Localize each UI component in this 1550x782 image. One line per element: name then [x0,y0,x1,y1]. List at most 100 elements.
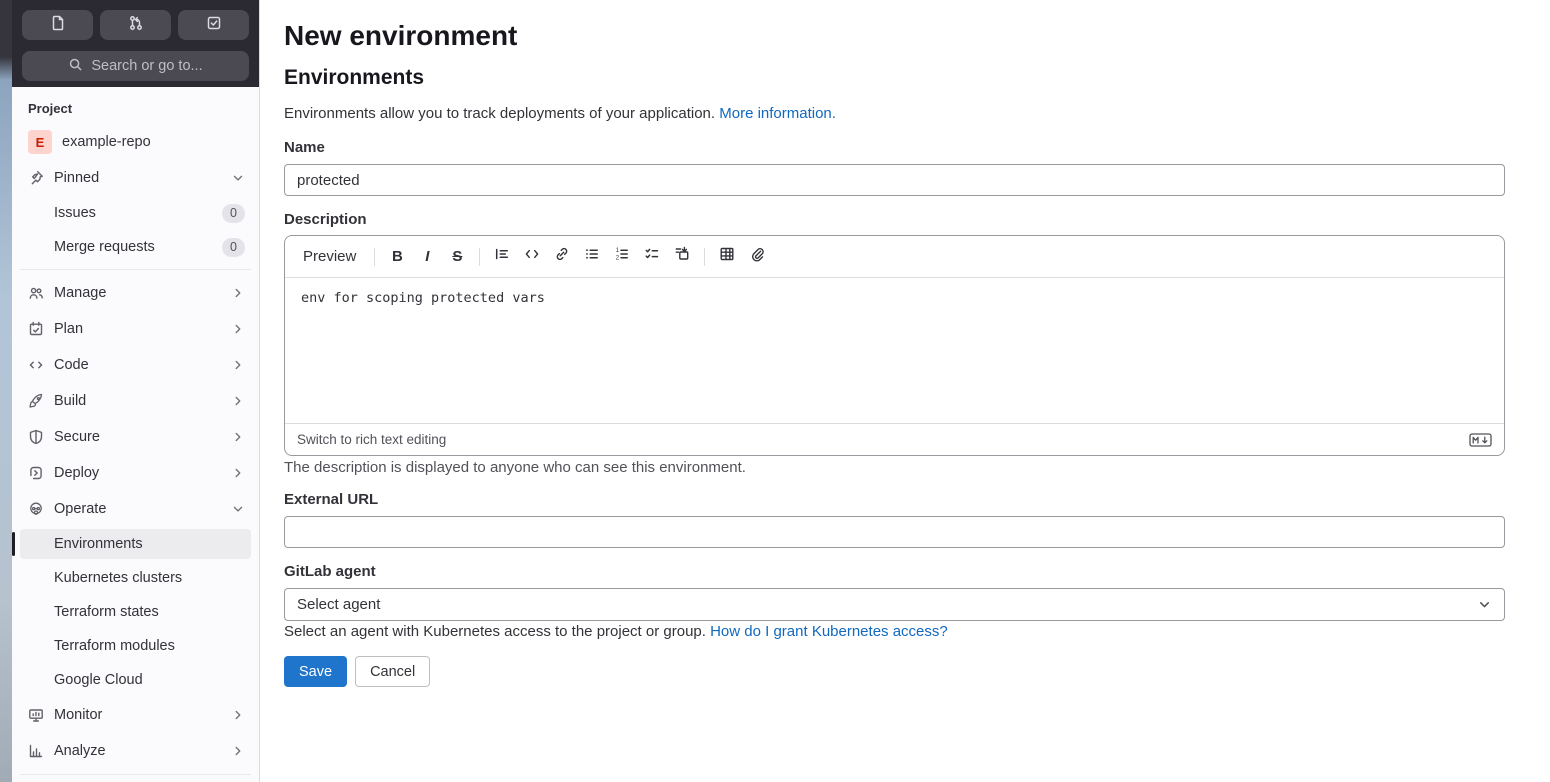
description-label: Description [284,211,367,228]
gitlab-agent-label: GitLab agent [284,563,376,580]
insert-code-icon [524,246,540,267]
intro-text: Environments allow you to track deployme… [284,105,836,122]
sidebar-item-deploy[interactable]: Deploy [20,458,251,488]
agent-help-sentence: Select an agent with Kubernetes access t… [284,623,706,640]
rocket-icon [28,393,44,409]
issues-shortcut-button[interactable] [22,10,93,40]
chevron-down-icon [1477,597,1492,612]
search-icon [68,57,83,76]
bold-button[interactable]: B [383,243,411,271]
chevron-right-icon [231,708,245,722]
collapsible-section-button[interactable] [668,243,696,271]
link-icon [554,246,570,267]
code-button[interactable] [518,243,546,271]
task-list-button[interactable] [638,243,666,271]
chart-icon [28,743,44,759]
sidebar-section-label: Project [28,101,73,116]
svg-text:1: 1 [616,248,620,254]
issues-icon [50,15,66,36]
paperclip-icon [749,246,765,267]
sidebar-item-label: Environments [54,536,143,552]
chevron-right-icon [231,744,245,758]
description-editor: Preview B I S 12 env for scoping protect… [284,235,1505,456]
project-name: example-repo [62,134,151,150]
sidebar-item-pinned[interactable]: Pinned [20,163,251,193]
kubernetes-access-link[interactable]: How do I grant Kubernetes access? [710,623,948,640]
sidebar-dark-header: Search or go to... [12,0,259,87]
sidebar-item-label: Deploy [54,465,100,481]
merge-requests-icon [128,15,144,36]
sidebar-item-label: Secure [54,429,100,445]
cancel-button[interactable]: Cancel [355,656,431,687]
sidebar-item-label: Terraform states [54,604,159,620]
sidebar-item-terraform-states[interactable]: Terraform states [20,597,251,627]
task-list-icon [644,246,660,267]
table-icon [719,246,735,267]
strikethrough-button[interactable]: S [443,243,471,271]
agent-help-text: Select an agent with Kubernetes access t… [284,623,948,640]
sidebar-item-operate[interactable]: Operate [20,494,251,524]
chevron-right-icon [231,430,245,444]
italic-button[interactable]: I [413,243,441,271]
todo-shortcut-button[interactable] [178,10,249,40]
sidebar-item-monitor[interactable]: Monitor [20,700,251,730]
project-avatar: E [28,130,52,154]
sidebar-item-label: Issues [54,205,96,221]
search-bar[interactable]: Search or go to... [22,51,249,81]
sidebar-item-analyze[interactable]: Analyze [20,736,251,766]
users-icon [28,285,44,301]
agent-select[interactable]: Select agent [284,588,1505,621]
desktop-background-strip [0,0,12,782]
sidebar-item-environments[interactable]: Environments [12,529,251,559]
intro-sentence: Environments allow you to track deployme… [284,105,716,122]
sidebar-item-merge-requests[interactable]: Merge requests 0 [20,232,251,262]
shield-icon [28,429,44,445]
preview-tab[interactable]: Preview [295,248,366,265]
sidebar-item-code[interactable]: Code [20,350,251,380]
description-textarea[interactable]: env for scoping protected vars [285,278,1504,423]
sidebar-item-label: Google Cloud [54,672,143,688]
toolbar-separator [479,247,481,266]
sidebar-divider [20,269,251,270]
external-url-label: External URL [284,491,379,508]
sidebar-item-secure[interactable]: Secure [20,422,251,452]
markdown-icon[interactable] [1469,432,1492,447]
chevron-down-icon [231,502,245,516]
sidebar-item-issues[interactable]: Issues 0 [20,198,251,228]
switch-rich-text-link[interactable]: Switch to rich text editing [297,432,446,447]
merge-requests-shortcut-button[interactable] [100,10,171,40]
description-help-text: The description is displayed to anyone w… [284,459,746,476]
sidebar-item-build[interactable]: Build [20,386,251,416]
bullet-list-icon [584,246,600,267]
bold-icon: B [391,248,403,265]
sidebar-item-label: Build [54,393,87,409]
sidebar-item-label: Pinned [54,170,100,186]
name-input[interactable] [284,164,1505,196]
chevron-right-icon [231,394,245,408]
name-label: Name [284,139,325,156]
more-information-link[interactable]: More information. [719,105,836,122]
editor-footer: Switch to rich text editing [285,423,1504,455]
calendar-icon [28,321,44,337]
sidebar-item-label: Terraform modules [54,638,175,654]
save-button[interactable]: Save [284,656,348,687]
sidebar-item-label: Code [54,357,89,373]
toolbar-separator [704,247,706,266]
numbered-list-button[interactable]: 12 [608,243,636,271]
sidebar-item-terraform-modules[interactable]: Terraform modules [20,631,251,661]
attach-file-button[interactable] [743,243,771,271]
quote-button[interactable] [488,243,516,271]
table-button[interactable] [713,243,741,271]
sidebar-item-plan[interactable]: Plan [20,314,251,344]
link-button[interactable] [548,243,576,271]
chevron-right-icon [231,466,245,480]
bullet-list-button[interactable] [578,243,606,271]
sidebar-item-kubernetes-clusters[interactable]: Kubernetes clusters [20,563,251,593]
sidebar-project[interactable]: E example-repo [20,127,251,157]
quote-icon [494,246,510,267]
pin-icon [28,170,44,186]
external-url-input[interactable] [284,516,1505,548]
sidebar-item-google-cloud[interactable]: Google Cloud [20,665,251,695]
sidebar-item-manage[interactable]: Manage [20,278,251,308]
sidebar-item-label: Analyze [54,743,106,759]
